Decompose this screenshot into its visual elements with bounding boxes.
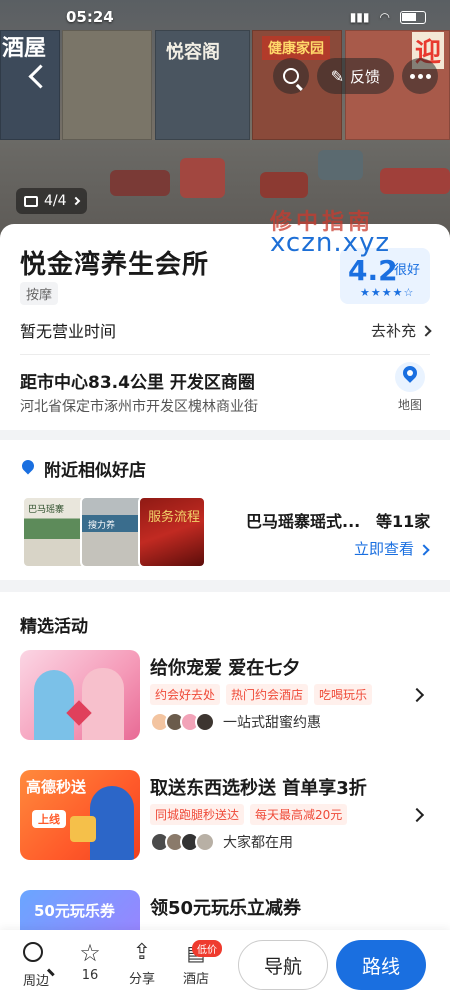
chevron-right-icon <box>71 196 80 206</box>
star-icon: ☆ <box>79 939 101 967</box>
share-button[interactable]: ⇪ 分享 <box>122 940 162 987</box>
address[interactable]: 河北省保定市涿州市开发区槐林商业街 <box>20 396 258 416</box>
nearby-thumbnails[interactable]: 巴马瑶寨 搜力养 服务流程 <box>22 496 210 568</box>
chevron-right-icon <box>409 687 425 703</box>
photo-counter[interactable]: 4/4 <box>16 188 87 214</box>
route-button[interactable]: 路线 <box>336 940 426 990</box>
photo-sign: 酒屋 <box>2 35 47 61</box>
image-icon <box>24 195 38 207</box>
search-icon <box>23 942 43 962</box>
signal-icon: ▮▮▮ <box>349 10 370 24</box>
wifi-icon: ◠ <box>379 10 390 24</box>
status-bar: 05:24 ▮▮▮ ◠ <box>0 0 450 34</box>
activity-tag: 热门约会酒店 <box>226 684 309 705</box>
poi-detail-page: 酒屋 悦容阁 健康家园 迎 05:24 ▮▮▮ ◠ ✎ 反馈 4/4 悦金湾养生… <box>0 0 450 1000</box>
map-label: 地图 <box>397 398 422 412</box>
nearby-count: 等11家 <box>376 512 431 531</box>
avatar-group <box>150 712 215 732</box>
feedback-label: 反馈 <box>349 67 380 86</box>
top-actions: ✎ 反馈 <box>272 58 438 94</box>
activity-image <box>20 650 140 740</box>
activity-tag: 吃喝玩乐 <box>314 684 373 705</box>
activity-subtitle: 大家都在用 <box>150 832 293 852</box>
activity-title: 取送东西选秒送 首单享3折 <box>150 778 367 799</box>
photo-sign: 悦容阁 <box>166 42 220 63</box>
more-icon <box>409 73 431 79</box>
activity-item[interactable]: 高德秒送 上线 取送东西选秒送 首单享3折 同城跑腿秒送达 每天最高减20元 大… <box>0 770 450 870</box>
navigate-button[interactable]: 导航 <box>238 940 328 990</box>
activity-title: 领50元玩乐立减券 <box>150 898 302 919</box>
add-hours-link[interactable]: 去补充 <box>371 320 432 341</box>
rating-label: 很好 <box>394 263 421 278</box>
activity-tags: 约会好去处 热门约会酒店 吃喝玩乐 <box>150 684 373 705</box>
category-tag: 按摩 <box>20 282 59 305</box>
map-button[interactable]: 地图 <box>388 362 432 413</box>
nearby-tab[interactable]: 周边 <box>16 940 56 989</box>
battery-icon <box>400 10 426 24</box>
photo-sign: 健康家园 <box>262 36 330 60</box>
activity-tag: 同城跑腿秒送达 <box>150 804 245 825</box>
activity-tag: 约会好去处 <box>150 684 221 705</box>
nearby-similar-section[interactable]: 附近相似好店 巴马瑶寨 搜力养 服务流程 巴马瑶寨瑶式... 等11家 立即查看 <box>0 440 450 580</box>
status-icons: ▮▮▮ ◠ <box>350 10 426 24</box>
watermark-url: xczn.xyz <box>270 228 391 258</box>
status-time: 05:24 <box>66 8 114 26</box>
feedback-button[interactable]: ✎ 反馈 <box>316 58 394 94</box>
photo-index: 4/4 <box>44 193 67 209</box>
shop-name: 悦金湾养生会所 <box>20 250 210 280</box>
chevron-right-icon <box>418 543 430 556</box>
location-icon <box>19 457 37 475</box>
rating-stars: ★★★★☆ <box>360 286 415 299</box>
activity-tag: 每天最高减20元 <box>250 804 348 825</box>
low-price-badge: 低价 <box>192 940 222 957</box>
activities-title: 精选活动 <box>20 617 88 637</box>
nearby-thumb: 服务流程 <box>138 496 206 568</box>
view-now-link[interactable]: 立即查看 <box>354 538 430 559</box>
nearby-title: 附近相似好店 <box>44 461 146 481</box>
activity-tags: 同城跑腿秒送达 每天最高减20元 <box>150 804 348 825</box>
activity-image: 高德秒送 上线 <box>20 770 140 860</box>
activity-title: 给你宠爱 爱在七夕 <box>150 658 301 679</box>
search-button[interactable] <box>272 58 309 94</box>
back-button[interactable] <box>26 64 52 90</box>
avatar-group <box>150 832 215 852</box>
divider <box>20 354 430 355</box>
activity-subtitle: 一站式甜蜜约惠 <box>150 712 321 732</box>
share-icon: ⇪ <box>132 940 152 965</box>
more-button[interactable] <box>402 58 438 94</box>
business-hours-row[interactable]: 暂无营业时间 去补充 <box>20 318 432 342</box>
chevron-right-icon <box>409 807 425 823</box>
search-icon <box>282 68 299 84</box>
distance-info: 距市中心83.4公里 开发区商圈 <box>20 373 255 393</box>
map-pin-icon <box>395 362 425 392</box>
nearby-shop-name: 巴马瑶寨瑶式... <box>246 512 361 531</box>
activity-item[interactable]: 给你宠爱 爱在七夕 约会好去处 热门约会酒店 吃喝玩乐 一站式甜蜜约惠 <box>0 650 450 750</box>
business-hours: 暂无营业时间 <box>20 322 117 341</box>
pen-icon: ✎ <box>330 66 344 86</box>
chevron-right-icon <box>420 325 432 337</box>
rating-score: 4.2 <box>348 254 398 287</box>
favorite-button[interactable]: ☆ 16 <box>70 940 110 983</box>
